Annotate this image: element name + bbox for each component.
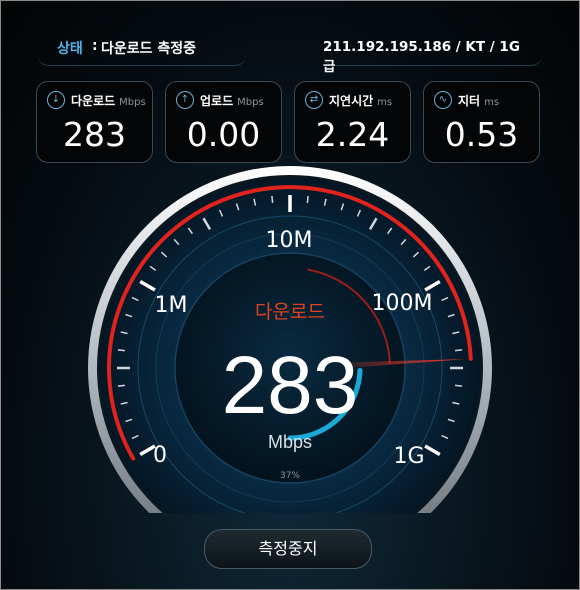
gauge-tick	[117, 349, 125, 352]
stop-measurement-button[interactable]: 측정중지	[204, 529, 372, 569]
gauge-speed-value: 283	[222, 340, 359, 431]
scale-label-0: 0	[153, 443, 167, 468]
gauge-tick	[117, 384, 125, 387]
scale-label-10m: 10M	[266, 228, 313, 253]
gauge-speed-unit: Mbps	[268, 432, 312, 452]
gauge-tick	[455, 349, 463, 352]
scale-label-1m: 1M	[155, 293, 188, 318]
scale-label-100m: 100M	[372, 291, 433, 316]
gauge-mode-label: 다운로드	[255, 301, 325, 323]
gauge-tick	[455, 384, 463, 387]
scale-label-1g: 1G	[393, 444, 424, 469]
speed-gauge: 0 1M 10M 100M 1G 다운로드 283 Mbps 37%	[88, 166, 492, 513]
gauge-tick	[306, 195, 309, 203]
progress-percent: 37%	[280, 471, 300, 481]
gauge-tick	[271, 195, 274, 203]
speedtest-window: 상태 : 다운로드 측정중 211.192.195.186 / KT / 1G급…	[0, 0, 580, 590]
